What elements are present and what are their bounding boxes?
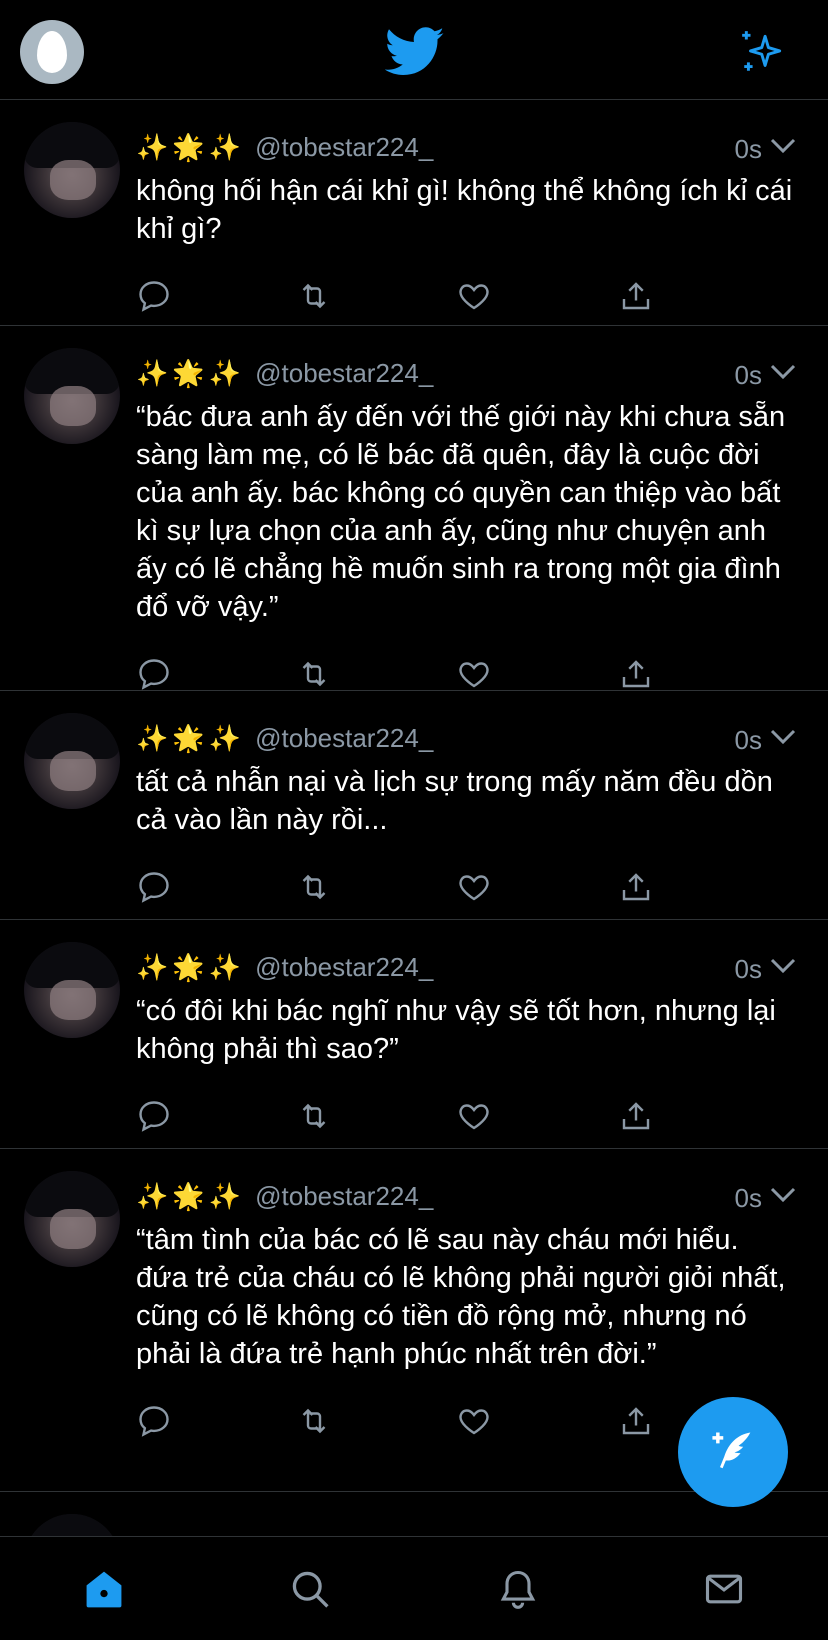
- tweet-avatar[interactable]: [24, 122, 120, 218]
- tweet-avatar[interactable]: [24, 1514, 120, 1536]
- search-icon[interactable]: [288, 1567, 332, 1611]
- share-icon[interactable]: [618, 1403, 654, 1439]
- messages-icon[interactable]: [702, 1567, 746, 1611]
- chevron-down-icon[interactable]: [768, 727, 798, 747]
- tweet-time: 0s: [734, 1183, 762, 1213]
- chevron-down-icon[interactable]: [768, 362, 798, 382]
- tweet-time: 0s: [734, 954, 762, 984]
- tweet-handle: @tobestar224_: [255, 951, 434, 982]
- home-icon[interactable]: [82, 1567, 126, 1611]
- reply-icon[interactable]: [136, 278, 172, 314]
- reply-icon[interactable]: [136, 869, 172, 905]
- compose-tweet-button[interactable]: [678, 1397, 788, 1507]
- tweet-time: 0s: [734, 360, 762, 390]
- tweet[interactable]: ✨🌟✨ @tobestar224_ 0s “có đôi khi bác ngh…: [0, 920, 828, 1149]
- retweet-icon[interactable]: [296, 278, 332, 314]
- retweet-icon[interactable]: [296, 869, 332, 905]
- like-icon[interactable]: [456, 656, 492, 692]
- tweet-handle: @tobestar224_: [255, 131, 434, 162]
- retweet-icon[interactable]: [296, 1403, 332, 1439]
- tweet-time: 0s: [734, 134, 762, 164]
- display-name-emojis: ✨🌟✨: [136, 1180, 246, 1211]
- tweet[interactable]: ✨🌟✨ @tobestar224_ 0s “bác đưa anh ấy đến…: [0, 326, 828, 691]
- tweet-handle: @tobestar224_: [255, 722, 434, 753]
- tweet-text: “tâm tình của bác có lẽ sau này cháu mới…: [136, 1224, 786, 1370]
- tweet-text: “bác đưa anh ấy đến với thế giới này khi…: [136, 401, 786, 623]
- tweet-avatar[interactable]: [24, 713, 120, 809]
- timeline-feed[interactable]: ✨🌟✨ @tobestar224_ 0s không hối hận cái k…: [0, 100, 828, 1536]
- share-icon[interactable]: [618, 1098, 654, 1134]
- retweet-icon[interactable]: [296, 656, 332, 692]
- chevron-down-icon[interactable]: [768, 136, 798, 156]
- display-name-emojis: ✨🌟✨: [136, 131, 246, 162]
- top-bar: [0, 0, 828, 100]
- tweet-handle: @tobestar224_: [255, 357, 434, 388]
- reply-icon[interactable]: [136, 656, 172, 692]
- notifications-icon[interactable]: [496, 1567, 540, 1611]
- tweet[interactable]: ✨🌟✨ @tobestar224_ 0s tất cả nhẫn nại và …: [0, 691, 828, 920]
- tweet-text: tất cả nhẫn nại và lịch sự trong mấy năm…: [136, 766, 773, 836]
- tweet-avatar[interactable]: [24, 1171, 120, 1267]
- tweet-text: không hối hận cái khỉ gì! không thể khôn…: [136, 175, 793, 245]
- tweet-text: “có đôi khi bác nghĩ như vậy sẽ tốt hơn,…: [136, 995, 776, 1065]
- tweet-avatar[interactable]: [24, 942, 120, 1038]
- like-icon[interactable]: [456, 1403, 492, 1439]
- reply-icon[interactable]: [136, 1403, 172, 1439]
- profile-avatar-button[interactable]: [20, 20, 84, 84]
- sparkle-icon[interactable]: [738, 28, 788, 78]
- chevron-down-icon[interactable]: [768, 1185, 798, 1205]
- egg-avatar-icon: [37, 31, 67, 73]
- like-icon[interactable]: [456, 1098, 492, 1134]
- display-name-emojis: ✨🌟✨: [136, 722, 246, 753]
- share-icon[interactable]: [618, 656, 654, 692]
- chevron-down-icon[interactable]: [768, 956, 798, 976]
- retweet-icon[interactable]: [296, 1098, 332, 1134]
- feather-plus-icon: [712, 1432, 751, 1469]
- twitter-bird-icon: [385, 27, 444, 75]
- tweet-time: 0s: [734, 725, 762, 755]
- tweet-avatar[interactable]: [24, 348, 120, 444]
- tweet[interactable]: ✨🌟✨ @tobestar224_ 0s không hối hận cái k…: [0, 100, 828, 326]
- share-icon[interactable]: [618, 278, 654, 314]
- reply-icon[interactable]: [136, 1098, 172, 1134]
- display-name-emojis: ✨🌟✨: [136, 951, 246, 982]
- tweet-handle: @tobestar224_: [255, 1180, 434, 1211]
- like-icon[interactable]: [456, 869, 492, 905]
- display-name-emojis: ✨🌟✨: [136, 357, 246, 388]
- bottom-tab-bar: [0, 1536, 828, 1640]
- share-icon[interactable]: [618, 869, 654, 905]
- like-icon[interactable]: [456, 278, 492, 314]
